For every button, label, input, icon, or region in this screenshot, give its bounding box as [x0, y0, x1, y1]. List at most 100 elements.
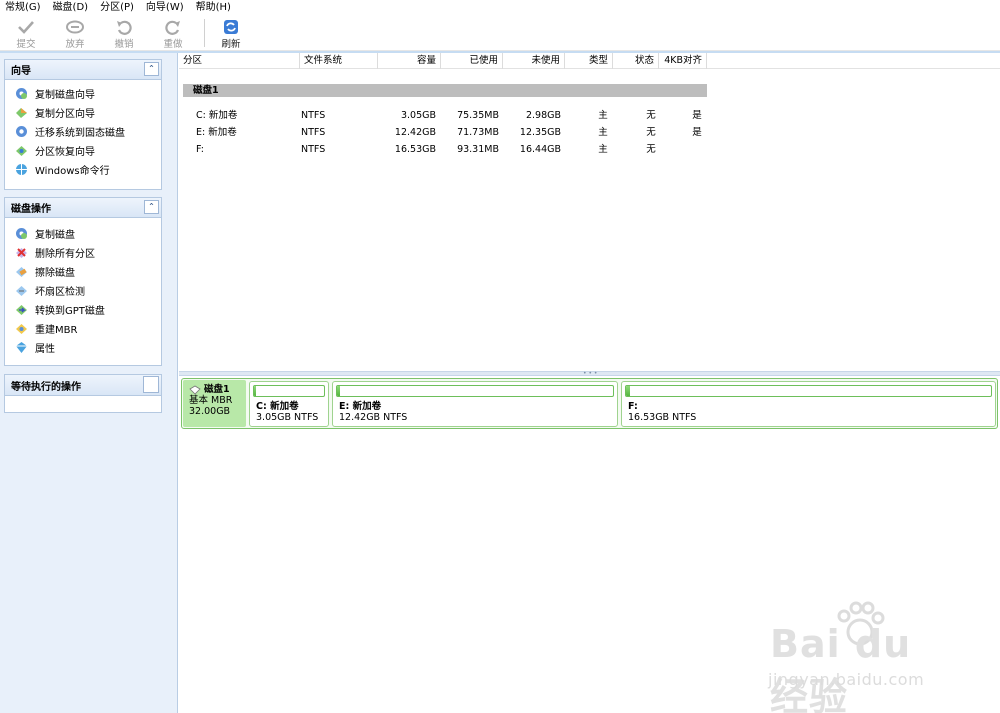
- wizard-item-windows-cmd[interactable]: Windows命令行: [5, 160, 161, 179]
- baidu-watermark: Bai du 经验 jingyan.baidu.com: [760, 600, 960, 713]
- disk-op-convert-gpt[interactable]: 转换到GPT磁盘: [5, 300, 161, 319]
- cell-partition: E: 新加卷: [196, 127, 237, 138]
- sidebar: 向导 ⌃ 复制磁盘向导 复制分区向导 迁移系统到固态磁盘 分区恢复向导 Wind…: [0, 53, 178, 713]
- column-header-partition[interactable]: 分区: [179, 53, 300, 69]
- properties-icon: [16, 342, 27, 353]
- submit-button[interactable]: 提交: [6, 17, 46, 50]
- table-row[interactable]: F: NTFS 16.53GB 93.31MB 16.44GB 主 无: [179, 141, 1000, 158]
- collapse-pending-button[interactable]: [143, 376, 159, 393]
- column-header-used[interactable]: 已使用: [441, 53, 503, 69]
- redo-button[interactable]: 重做: [153, 17, 193, 50]
- table-row[interactable]: C: 新加卷 NTFS 3.05GB 75.35MB 2.98GB 主 无 是: [179, 107, 1000, 124]
- refresh-icon: [224, 20, 238, 34]
- migrate-os-icon: [16, 126, 27, 137]
- cell-used: 75.35MB: [457, 110, 499, 121]
- wizard-item-label: 迁移系统到固态磁盘: [35, 128, 125, 139]
- collapse-wizard-button[interactable]: ⌃: [144, 62, 159, 76]
- cell-status: 无: [646, 144, 656, 155]
- disk-group-title[interactable]: 磁盘1: [183, 84, 707, 97]
- wizard-item-label: Windows命令行: [35, 166, 110, 177]
- pending-ops-panel: 等待执行的操作: [4, 374, 162, 413]
- redo-label: 重做: [163, 39, 183, 50]
- bad-sector-icon: [16, 286, 27, 296]
- wizard-item-label: 复制磁盘向导: [35, 90, 95, 101]
- cell-status: 无: [646, 127, 656, 138]
- copy-disk-icon: [16, 228, 27, 239]
- rebuild-mbr-icon: [16, 324, 27, 334]
- cell-capacity: 12.42GB: [394, 127, 436, 138]
- cell-filesystem: NTFS: [301, 127, 326, 138]
- disk-op-wipe-disk[interactable]: 擦除磁盘: [5, 262, 161, 281]
- menu-wizard[interactable]: 向导(W): [146, 1, 184, 15]
- cell-filesystem: NTFS: [301, 110, 326, 121]
- watermark-main-text: Bai du 经验: [770, 622, 912, 713]
- usage-fill: [626, 386, 630, 396]
- menu-help[interactable]: 帮助(H): [196, 1, 231, 15]
- pane-splitter[interactable]: • • •: [179, 370, 1000, 377]
- refresh-button[interactable]: 刷新: [211, 17, 251, 50]
- cell-4k-aligned: 是: [692, 110, 702, 121]
- cell-partition: F:: [196, 144, 204, 155]
- wizard-panel-header: 向导 ⌃: [5, 60, 161, 80]
- discard-icon: [66, 20, 84, 34]
- disk-map[interactable]: 磁盘1 基本 MBR 32.00GB C: 新加卷 3.05GB NTFS E:…: [181, 378, 998, 429]
- usage-bar: [336, 385, 614, 397]
- disk-op-copy-disk[interactable]: 复制磁盘: [5, 224, 161, 243]
- discard-button[interactable]: 放弃: [55, 17, 95, 50]
- cell-used: 71.73MB: [457, 127, 499, 138]
- cell-unused: 16.44GB: [519, 144, 561, 155]
- disk-type: 基本 MBR: [189, 395, 233, 406]
- wizard-item-partition-recovery[interactable]: 分区恢复向导: [5, 141, 161, 160]
- partition-size: 16.53GB NTFS: [628, 412, 697, 423]
- watermark-sub-text: jingyan.baidu.com: [768, 670, 925, 689]
- check-icon: [18, 21, 34, 34]
- usage-bar: [253, 385, 325, 397]
- disk-ops-panel-header: 磁盘操作 ⌃: [5, 198, 161, 218]
- wizard-item-copy-partition[interactable]: 复制分区向导: [5, 103, 161, 122]
- column-header-capacity[interactable]: 容量: [378, 53, 441, 69]
- toolbar-separator: [204, 19, 205, 47]
- partition-size: 3.05GB NTFS: [256, 412, 319, 423]
- menu-general[interactable]: 常规(G): [5, 1, 41, 15]
- column-header-unused[interactable]: 未使用: [503, 53, 565, 69]
- copy-partition-icon: [16, 108, 27, 118]
- table-row[interactable]: E: 新加卷 NTFS 12.42GB 71.73MB 12.35GB 主 无 …: [179, 124, 1000, 141]
- partition-recovery-icon: [16, 146, 27, 156]
- partition-size: 12.42GB NTFS: [339, 412, 408, 423]
- menu-partition[interactable]: 分区(P): [100, 1, 134, 15]
- disk-op-label: 转换到GPT磁盘: [35, 306, 105, 317]
- column-header-status[interactable]: 状态: [613, 53, 659, 69]
- disk-op-label: 坏扇区检测: [35, 287, 85, 298]
- partition-block[interactable]: F: 16.53GB NTFS: [621, 381, 996, 427]
- partition-table-header: 分区 文件系统 容量 已使用 未使用 类型 状态 4KB对齐: [179, 53, 1000, 69]
- disk-info-block[interactable]: 磁盘1 基本 MBR 32.00GB: [183, 380, 246, 427]
- partition-block[interactable]: C: 新加卷 3.05GB NTFS: [249, 381, 329, 427]
- column-header-filesystem[interactable]: 文件系统: [300, 53, 378, 69]
- partition-block[interactable]: E: 新加卷 12.42GB NTFS: [332, 381, 618, 427]
- refresh-label: 刷新: [221, 39, 241, 50]
- partition-label: E: 新加卷: [339, 401, 382, 412]
- column-header-4k-aligned[interactable]: 4KB对齐: [659, 53, 707, 69]
- disk-op-bad-sector-check[interactable]: 坏扇区检测: [5, 281, 161, 300]
- cell-4k-aligned: 是: [692, 127, 702, 138]
- wizard-item-copy-disk[interactable]: 复制磁盘向导: [5, 84, 161, 103]
- disk-op-properties[interactable]: 属性: [5, 338, 161, 357]
- wizard-item-migrate-ssd[interactable]: 迁移系统到固态磁盘: [5, 122, 161, 141]
- partition-label: F:: [628, 401, 638, 412]
- column-header-type[interactable]: 类型: [565, 53, 613, 69]
- undo-button[interactable]: 撤销: [104, 17, 144, 50]
- disk-name: 磁盘1: [204, 384, 230, 395]
- disk-size: 32.00GB: [189, 406, 231, 417]
- menu-disk[interactable]: 磁盘(D): [53, 1, 89, 15]
- disk-op-rebuild-mbr[interactable]: 重建MBR: [5, 319, 161, 338]
- wizard-item-label: 分区恢复向导: [35, 147, 95, 158]
- cell-partition: C: 新加卷: [196, 110, 238, 121]
- splitter-grip-icon: • • •: [583, 370, 598, 377]
- disk-icon: [189, 385, 201, 395]
- submit-label: 提交: [16, 39, 36, 50]
- cell-capacity: 16.53GB: [394, 144, 436, 155]
- disk-op-delete-all-partitions[interactable]: 删除所有分区: [5, 243, 161, 262]
- cell-filesystem: NTFS: [301, 144, 326, 155]
- collapse-disk-ops-button[interactable]: ⌃: [144, 200, 159, 214]
- discard-label: 放弃: [65, 39, 85, 50]
